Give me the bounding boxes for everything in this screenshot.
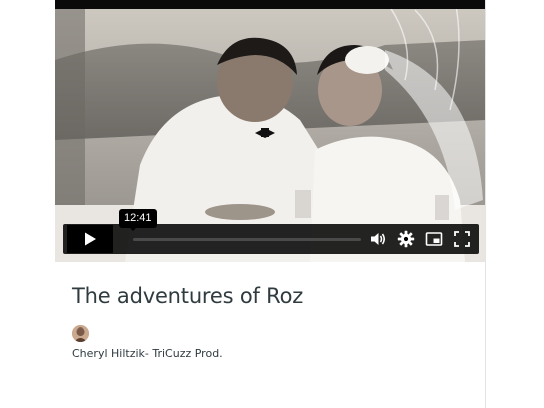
video-top-bar — [55, 0, 485, 9]
page-title: The adventures of Roz — [72, 284, 304, 308]
gear-icon[interactable] — [397, 230, 415, 248]
video-control-bar — [63, 224, 479, 254]
play-button[interactable] — [67, 225, 113, 253]
avatar-image — [72, 325, 89, 342]
progress-bar[interactable] — [133, 238, 361, 241]
picture-in-picture-icon[interactable] — [425, 230, 443, 248]
avatar[interactable] — [72, 325, 89, 342]
page-edge-divider — [485, 0, 486, 408]
volume-icon[interactable] — [369, 230, 387, 248]
play-icon — [85, 232, 96, 246]
video-player[interactable]: 12:41 — [55, 0, 485, 262]
fullscreen-icon[interactable] — [453, 230, 471, 248]
author-name[interactable]: Cheryl Hiltzik- TriCuzz Prod. — [72, 347, 223, 360]
